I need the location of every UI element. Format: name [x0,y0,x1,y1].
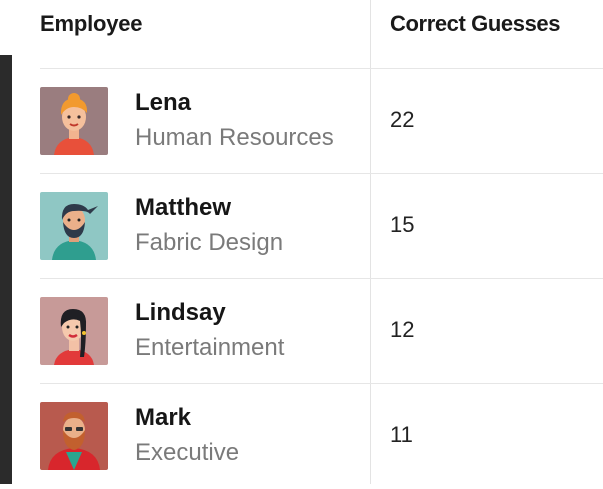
employee-department: Entertainment [135,334,285,361]
correct-guesses-value: 11 [390,422,413,447]
employee-department: Executive [135,439,240,466]
avatar-woman-dark-hair-icon [40,297,108,365]
table-row[interactable]: Matthew Fabric Design 15 [40,173,603,279]
avatar-man-beard-icon [40,192,108,260]
left-edge-bar [0,55,12,484]
correct-guesses-value: 12 [390,317,415,342]
employee-department: Fabric Design [135,229,284,256]
correct-guesses-value: 15 [390,212,415,237]
correct-guesses-column-header[interactable]: Correct Guesses [390,11,560,37]
employee-department: Human Resources [135,124,334,151]
employee-name: Mark [135,404,192,431]
table-row[interactable]: Mark Executive 11 [40,383,603,489]
employee-name: Lindsay [135,299,226,326]
employee-name: Lena [135,89,192,116]
employee-name: Matthew [135,194,231,221]
avatar-man-red-beard-icon [40,402,108,470]
table-row[interactable]: Lindsay Entertainment 12 [40,278,603,384]
correct-guesses-value: 22 [390,107,415,132]
table-row[interactable]: Lena Human Resources 22 [40,68,603,174]
table-header: Employee Correct Guesses [0,0,603,68]
avatar-woman-orange-hair-icon [40,87,108,155]
employee-column-header[interactable]: Employee [40,11,143,37]
